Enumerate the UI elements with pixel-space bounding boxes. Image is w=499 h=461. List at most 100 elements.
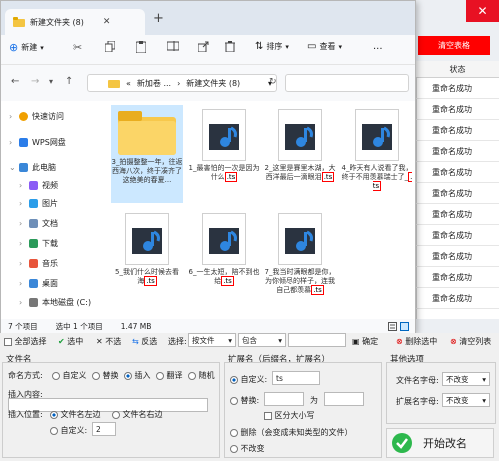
- filename-case-select[interactable]: 不改变 ▾: [442, 372, 490, 386]
- file-tile[interactable]: 6_一生太短，陪不到也给 .ts: [188, 209, 260, 307]
- file-tile[interactable]: 5_我们什么时候去看海 .ts: [111, 209, 183, 307]
- expand-chevron-icon[interactable]: ›: [19, 298, 25, 307]
- nav-item[interactable]: › 视频: [19, 177, 58, 193]
- filter-type-value: 按文件: [192, 335, 215, 345]
- status-column-header: 状态: [416, 61, 499, 78]
- details-view-icon[interactable]: [388, 321, 397, 331]
- expand-chevron-icon[interactable]: ›: [19, 239, 25, 248]
- ext-replace-to-input[interactable]: [324, 392, 364, 406]
- file-tile[interactable]: 4_昨天有人说看了我，终于不用羡慕瑞士了_ .ts: [341, 105, 413, 203]
- file-tile[interactable]: 2_这里是賽里木湖，大西洋最后一滴眼泪 .ts: [264, 105, 336, 203]
- search-input[interactable]: [285, 74, 409, 92]
- pc-icon: [19, 162, 28, 172]
- up-arrow-icon[interactable]: ↑: [65, 76, 73, 87]
- refresh-icon[interactable]: ↻: [269, 77, 277, 87]
- address-overflow[interactable]: «: [126, 79, 131, 88]
- file-tile[interactable]: 1_最害怕的一次是因为什么 .ts: [188, 105, 260, 203]
- copy-icon[interactable]: [105, 41, 115, 52]
- back-arrow-icon[interactable]: ←: [11, 76, 19, 87]
- file-tile[interactable]: 7_我当时满眼都是你，为你倾尽的样子，连我自己都羡慕 .ts: [264, 209, 336, 307]
- address-bar[interactable]: « 新加卷 ... › 新建文件夹 (8) ▾: [87, 74, 277, 92]
- breadcrumb-drive[interactable]: 新加卷 ...: [137, 78, 171, 89]
- rename-icon[interactable]: [167, 41, 179, 51]
- download-folder-icon: [29, 238, 38, 248]
- expand-chevron-icon[interactable]: ›: [19, 259, 25, 268]
- expand-chevron-icon[interactable]: ›: [19, 181, 25, 190]
- ext-replace-from-input[interactable]: [264, 392, 304, 406]
- nav-item[interactable]: › 本地磁盘 (C:): [19, 294, 91, 310]
- view-button[interactable]: ▭ 查看 ▾: [307, 41, 342, 52]
- select-button[interactable]: ✔ 选中: [58, 336, 83, 347]
- new-tab-icon[interactable]: +: [153, 11, 164, 26]
- ext-keep-radio[interactable]: 不改变: [230, 443, 265, 454]
- document-folder-icon: [29, 218, 38, 228]
- ext-keep-label: 不改变: [240, 444, 265, 453]
- breadcrumb-folder[interactable]: 新建文件夹 (8): [186, 78, 240, 89]
- forward-arrow-icon[interactable]: →: [31, 76, 39, 87]
- pos-right-label: 文件名右边: [122, 410, 163, 419]
- file-extension-highlight: .ts: [321, 172, 335, 182]
- paste-icon[interactable]: [136, 41, 146, 53]
- nav-item-label: 下载: [42, 238, 58, 248]
- ext-case-checkbox[interactable]: 区分大小写: [264, 410, 315, 421]
- clear-list-button[interactable]: ⊗ 清空列表: [450, 336, 491, 347]
- pos-left-radio[interactable]: 文件名左边: [50, 409, 101, 420]
- delete-icon[interactable]: [225, 41, 235, 52]
- file-tile[interactable]: 3_拍摄整整一年，往返西海八次，终于凑齐了这绝美的春夏...: [111, 105, 183, 203]
- new-button[interactable]: ⊕ 新建 ▾: [9, 41, 44, 54]
- confirm-button[interactable]: ▣ 确定: [352, 336, 378, 347]
- ext-replace-radio[interactable]: 替换:: [230, 395, 259, 406]
- mode-translate-label: 翻译: [166, 371, 183, 380]
- item-count: 7 个项目: [8, 321, 38, 331]
- share-icon[interactable]: [198, 41, 209, 52]
- nav-item[interactable]: › 图片: [19, 195, 58, 211]
- recent-dropdown-icon[interactable]: ▾: [49, 77, 53, 86]
- nav-item[interactable]: › 下载: [19, 235, 58, 251]
- filter-mode-select[interactable]: 包含 ▾: [238, 333, 286, 347]
- expand-chevron-icon[interactable]: ⌄: [9, 163, 16, 172]
- nav-item[interactable]: › WPS网盘: [9, 134, 66, 150]
- status-cell: 重命名成功: [416, 246, 499, 267]
- nav-item[interactable]: › 快速访问: [9, 108, 64, 124]
- invert-button[interactable]: ⇆ 反选: [132, 336, 157, 347]
- mode-replace-radio[interactable]: 替换: [92, 370, 119, 381]
- deselect-label: 不选: [105, 337, 122, 346]
- status-bar: 7 个项目 选中 1 个项目 1.47 MB: [1, 319, 415, 333]
- pos-right-radio[interactable]: 文件名右边: [112, 409, 163, 420]
- select-all-checkbox[interactable]: 全部选择: [4, 336, 47, 347]
- mode-custom-radio[interactable]: 自定义: [52, 370, 87, 381]
- nav-item[interactable]: › 文档: [19, 215, 58, 231]
- ext-custom-radio[interactable]: 自定义:: [230, 374, 267, 385]
- more-options-button[interactable]: ...: [373, 41, 383, 52]
- pos-custom-input[interactable]: 2: [92, 422, 116, 436]
- cut-icon[interactable]: ✂: [73, 41, 82, 54]
- explorer-tab[interactable]: 新建文件夹 (8) ✕: [5, 9, 145, 35]
- expand-chevron-icon[interactable]: ›: [19, 199, 25, 208]
- filter-text-input[interactable]: [288, 333, 346, 347]
- tiles-view-icon[interactable]: [400, 321, 409, 331]
- ext-delete-radio[interactable]: 删除（会变成未知类型的文件）: [230, 427, 353, 438]
- mode-insert-radio[interactable]: 插入: [124, 370, 151, 381]
- nav-item-label: 桌面: [42, 278, 58, 288]
- expand-chevron-icon[interactable]: ›: [19, 279, 25, 288]
- expand-chevron-icon[interactable]: ›: [9, 138, 15, 147]
- deselect-button[interactable]: ✕ 不选: [96, 336, 121, 347]
- pos-custom-radio[interactable]: 自定义:: [50, 425, 87, 436]
- tab-close-icon[interactable]: ✕: [103, 17, 111, 27]
- app-close-button[interactable]: ✕: [466, 0, 499, 22]
- clear-table-button[interactable]: 清空表格: [418, 36, 490, 55]
- nav-item[interactable]: › 音乐: [19, 255, 58, 271]
- delete-selected-button[interactable]: ⊗ 删除选中: [396, 336, 437, 347]
- filter-type-select[interactable]: 按文件 ▾: [188, 333, 236, 347]
- nav-item[interactable]: ⌄ 此电脑: [9, 159, 56, 175]
- expand-chevron-icon[interactable]: ›: [19, 219, 25, 228]
- tab-title: 新建文件夹 (8): [30, 17, 84, 27]
- mode-translate-radio[interactable]: 翻译: [156, 370, 183, 381]
- expand-chevron-icon[interactable]: ›: [9, 112, 15, 121]
- nav-item[interactable]: › 桌面: [19, 275, 58, 291]
- ext-case-select[interactable]: 不改变 ▾: [442, 393, 490, 407]
- start-rename-button[interactable]: 开始改名: [386, 428, 494, 458]
- sort-button[interactable]: ⇅ 排序 ▾: [255, 41, 289, 52]
- mode-random-radio[interactable]: 随机: [188, 370, 215, 381]
- ext-custom-input[interactable]: ts: [272, 371, 320, 385]
